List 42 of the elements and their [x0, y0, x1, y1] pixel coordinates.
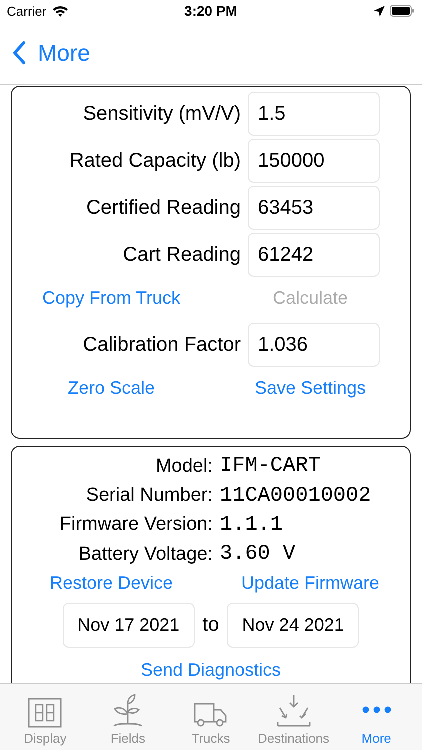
tab[interactable]: Destinations — [252, 684, 335, 750]
input-field[interactable]: 150000 — [248, 139, 380, 183]
tab[interactable]: Display — [4, 684, 86, 750]
input-field[interactable]: 63453 — [248, 186, 380, 230]
link-button[interactable]: Copy From Truck — [40, 286, 183, 310]
tab[interactable]: Trucks — [170, 684, 252, 750]
link-button[interactable]: Update Firmware — [239, 571, 382, 596]
info-value: 1.1.1 — [220, 514, 284, 537]
input-field[interactable]: 1.036 — [248, 323, 380, 367]
clock-time: 3:20 PM — [184, 3, 238, 19]
battery-icon — [390, 5, 415, 17]
link-button[interactable]: Restore Device — [48, 571, 176, 596]
field-label: Cart Reading — [122, 244, 242, 266]
converging-arrows-icon — [276, 694, 312, 728]
wifi-icon — [52, 5, 69, 17]
digits-icon — [28, 698, 62, 728]
field-label: Certified Reading — [85, 196, 242, 220]
more-icon — [362, 706, 392, 714]
info-value: 11CA00010002 — [220, 484, 372, 508]
input-field[interactable]: 1.5 — [248, 92, 380, 136]
field-label: Rated Capacity (lb) — [68, 150, 242, 172]
info-value: 3.60 V — [220, 543, 296, 566]
separator-label: to — [202, 614, 220, 637]
back-button[interactable]: More — [0, 40, 90, 66]
info-label: Model: — [154, 456, 214, 478]
date-field[interactable]: Nov 24 2021 — [227, 603, 360, 648]
location-icon — [374, 6, 385, 16]
carrier-label: Carrier — [7, 4, 47, 18]
info-label: Firmware Version: — [58, 514, 214, 536]
tab[interactable]: More — [336, 684, 418, 750]
info-value: IFM-CART — [220, 455, 321, 478]
field-label: Calibration Factor — [82, 334, 242, 356]
chevron-left-icon — [12, 41, 26, 65]
date-field[interactable]: Nov 17 2021 — [62, 603, 195, 648]
link-button[interactable]: Zero Scale — [66, 376, 158, 400]
info-label: Serial Number: — [85, 485, 214, 508]
link-button[interactable]: Save Settings — [252, 376, 368, 400]
input-field[interactable]: 61242 — [248, 233, 380, 277]
link-button[interactable]: Send Diagnostics — [12, 658, 410, 683]
field-label: Sensitivity (mV/V) — [82, 102, 242, 126]
tab[interactable]: Fields — [87, 684, 170, 750]
info-label: Battery Voltage: — [78, 544, 214, 566]
